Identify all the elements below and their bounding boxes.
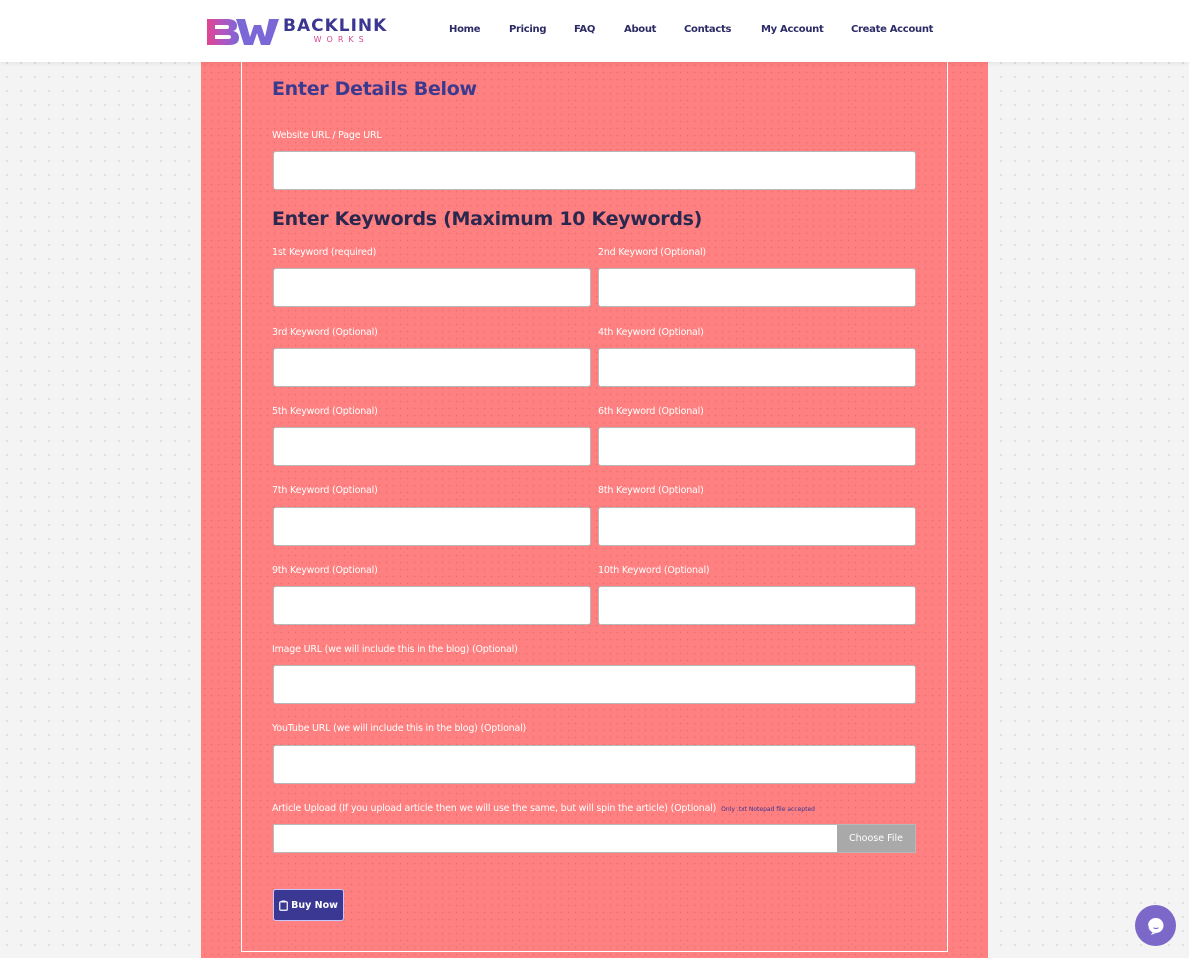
- keyword-6-label: 6th Keyword (Optional): [598, 406, 704, 417]
- keyword-7-input[interactable]: [273, 507, 591, 546]
- keyword-6-input[interactable]: [598, 427, 916, 466]
- chat-bubble-icon: [1147, 917, 1163, 935]
- keyword-10-input[interactable]: [598, 586, 916, 625]
- keyword-9-input[interactable]: [273, 586, 591, 625]
- keyword-4-label: 4th Keyword (Optional): [598, 327, 704, 338]
- logo-mark-icon: [207, 19, 279, 45]
- keyword-10-label: 10th Keyword (Optional): [598, 565, 710, 576]
- clipboard-icon: [279, 900, 288, 911]
- image-url-label: Image URL (we will include this in the b…: [272, 644, 518, 655]
- logo-text: BACKLINK: [283, 16, 388, 36]
- keywords-heading: Enter Keywords (Maximum 10 Keywords): [272, 208, 703, 230]
- logo-subtext: WORKS: [313, 35, 369, 44]
- keyword-9-label: 9th Keyword (Optional): [272, 565, 378, 576]
- article-upload-label-row: Article Upload (If you upload article th…: [272, 803, 815, 814]
- website-url-input[interactable]: [273, 151, 916, 190]
- keyword-2-input[interactable]: [598, 268, 916, 307]
- keyword-3-label: 3rd Keyword (Optional): [272, 327, 378, 338]
- keyword-2-label: 2nd Keyword (Optional): [598, 247, 706, 258]
- keyword-3-input[interactable]: [273, 348, 591, 387]
- youtube-url-input[interactable]: [273, 745, 916, 784]
- keyword-7-label: 7th Keyword (Optional): [272, 485, 378, 496]
- website-url-label: Website URL / Page URL: [272, 130, 382, 141]
- keyword-8-label: 8th Keyword (Optional): [598, 485, 704, 496]
- order-form-panel: Enter Details Below Website URL / Page U…: [201, 60, 988, 958]
- site-header: BACKLINK WORKS Home Pricing FAQ About Co…: [0, 0, 1189, 62]
- keyword-8-input[interactable]: [598, 507, 916, 546]
- nav-contacts[interactable]: Contacts: [684, 24, 731, 35]
- nav-my-account[interactable]: My Account: [761, 24, 824, 35]
- nav-home[interactable]: Home: [449, 24, 481, 35]
- article-file-input[interactable]: Choose File: [273, 824, 916, 853]
- nav-create-account[interactable]: Create Account: [851, 24, 933, 35]
- image-url-input[interactable]: [273, 665, 916, 704]
- nav-pricing[interactable]: Pricing: [509, 24, 547, 35]
- youtube-url-label: YouTube URL (we will include this in the…: [272, 723, 527, 734]
- buy-now-button[interactable]: Buy Now: [273, 889, 344, 921]
- nav-faq[interactable]: FAQ: [574, 24, 595, 35]
- file-name-field[interactable]: [274, 825, 837, 852]
- keyword-5-input[interactable]: [273, 427, 591, 466]
- keyword-5-label: 5th Keyword (Optional): [272, 406, 378, 417]
- file-type-note: Only .txt Notepad file accepted: [721, 806, 815, 813]
- buy-now-label: Buy Now: [291, 899, 338, 911]
- logo[interactable]: BACKLINK WORKS: [203, 14, 387, 48]
- keyword-1-label: 1st Keyword (required): [272, 247, 377, 258]
- chat-widget-button[interactable]: [1135, 905, 1176, 946]
- nav-about[interactable]: About: [624, 24, 656, 35]
- article-upload-label: Article Upload (If you upload article th…: [272, 803, 717, 814]
- choose-file-button[interactable]: Choose File: [837, 825, 915, 852]
- form-frame: [241, 60, 948, 952]
- keyword-1-input[interactable]: [273, 268, 591, 307]
- keyword-4-input[interactable]: [598, 348, 916, 387]
- details-heading: Enter Details Below: [272, 78, 477, 100]
